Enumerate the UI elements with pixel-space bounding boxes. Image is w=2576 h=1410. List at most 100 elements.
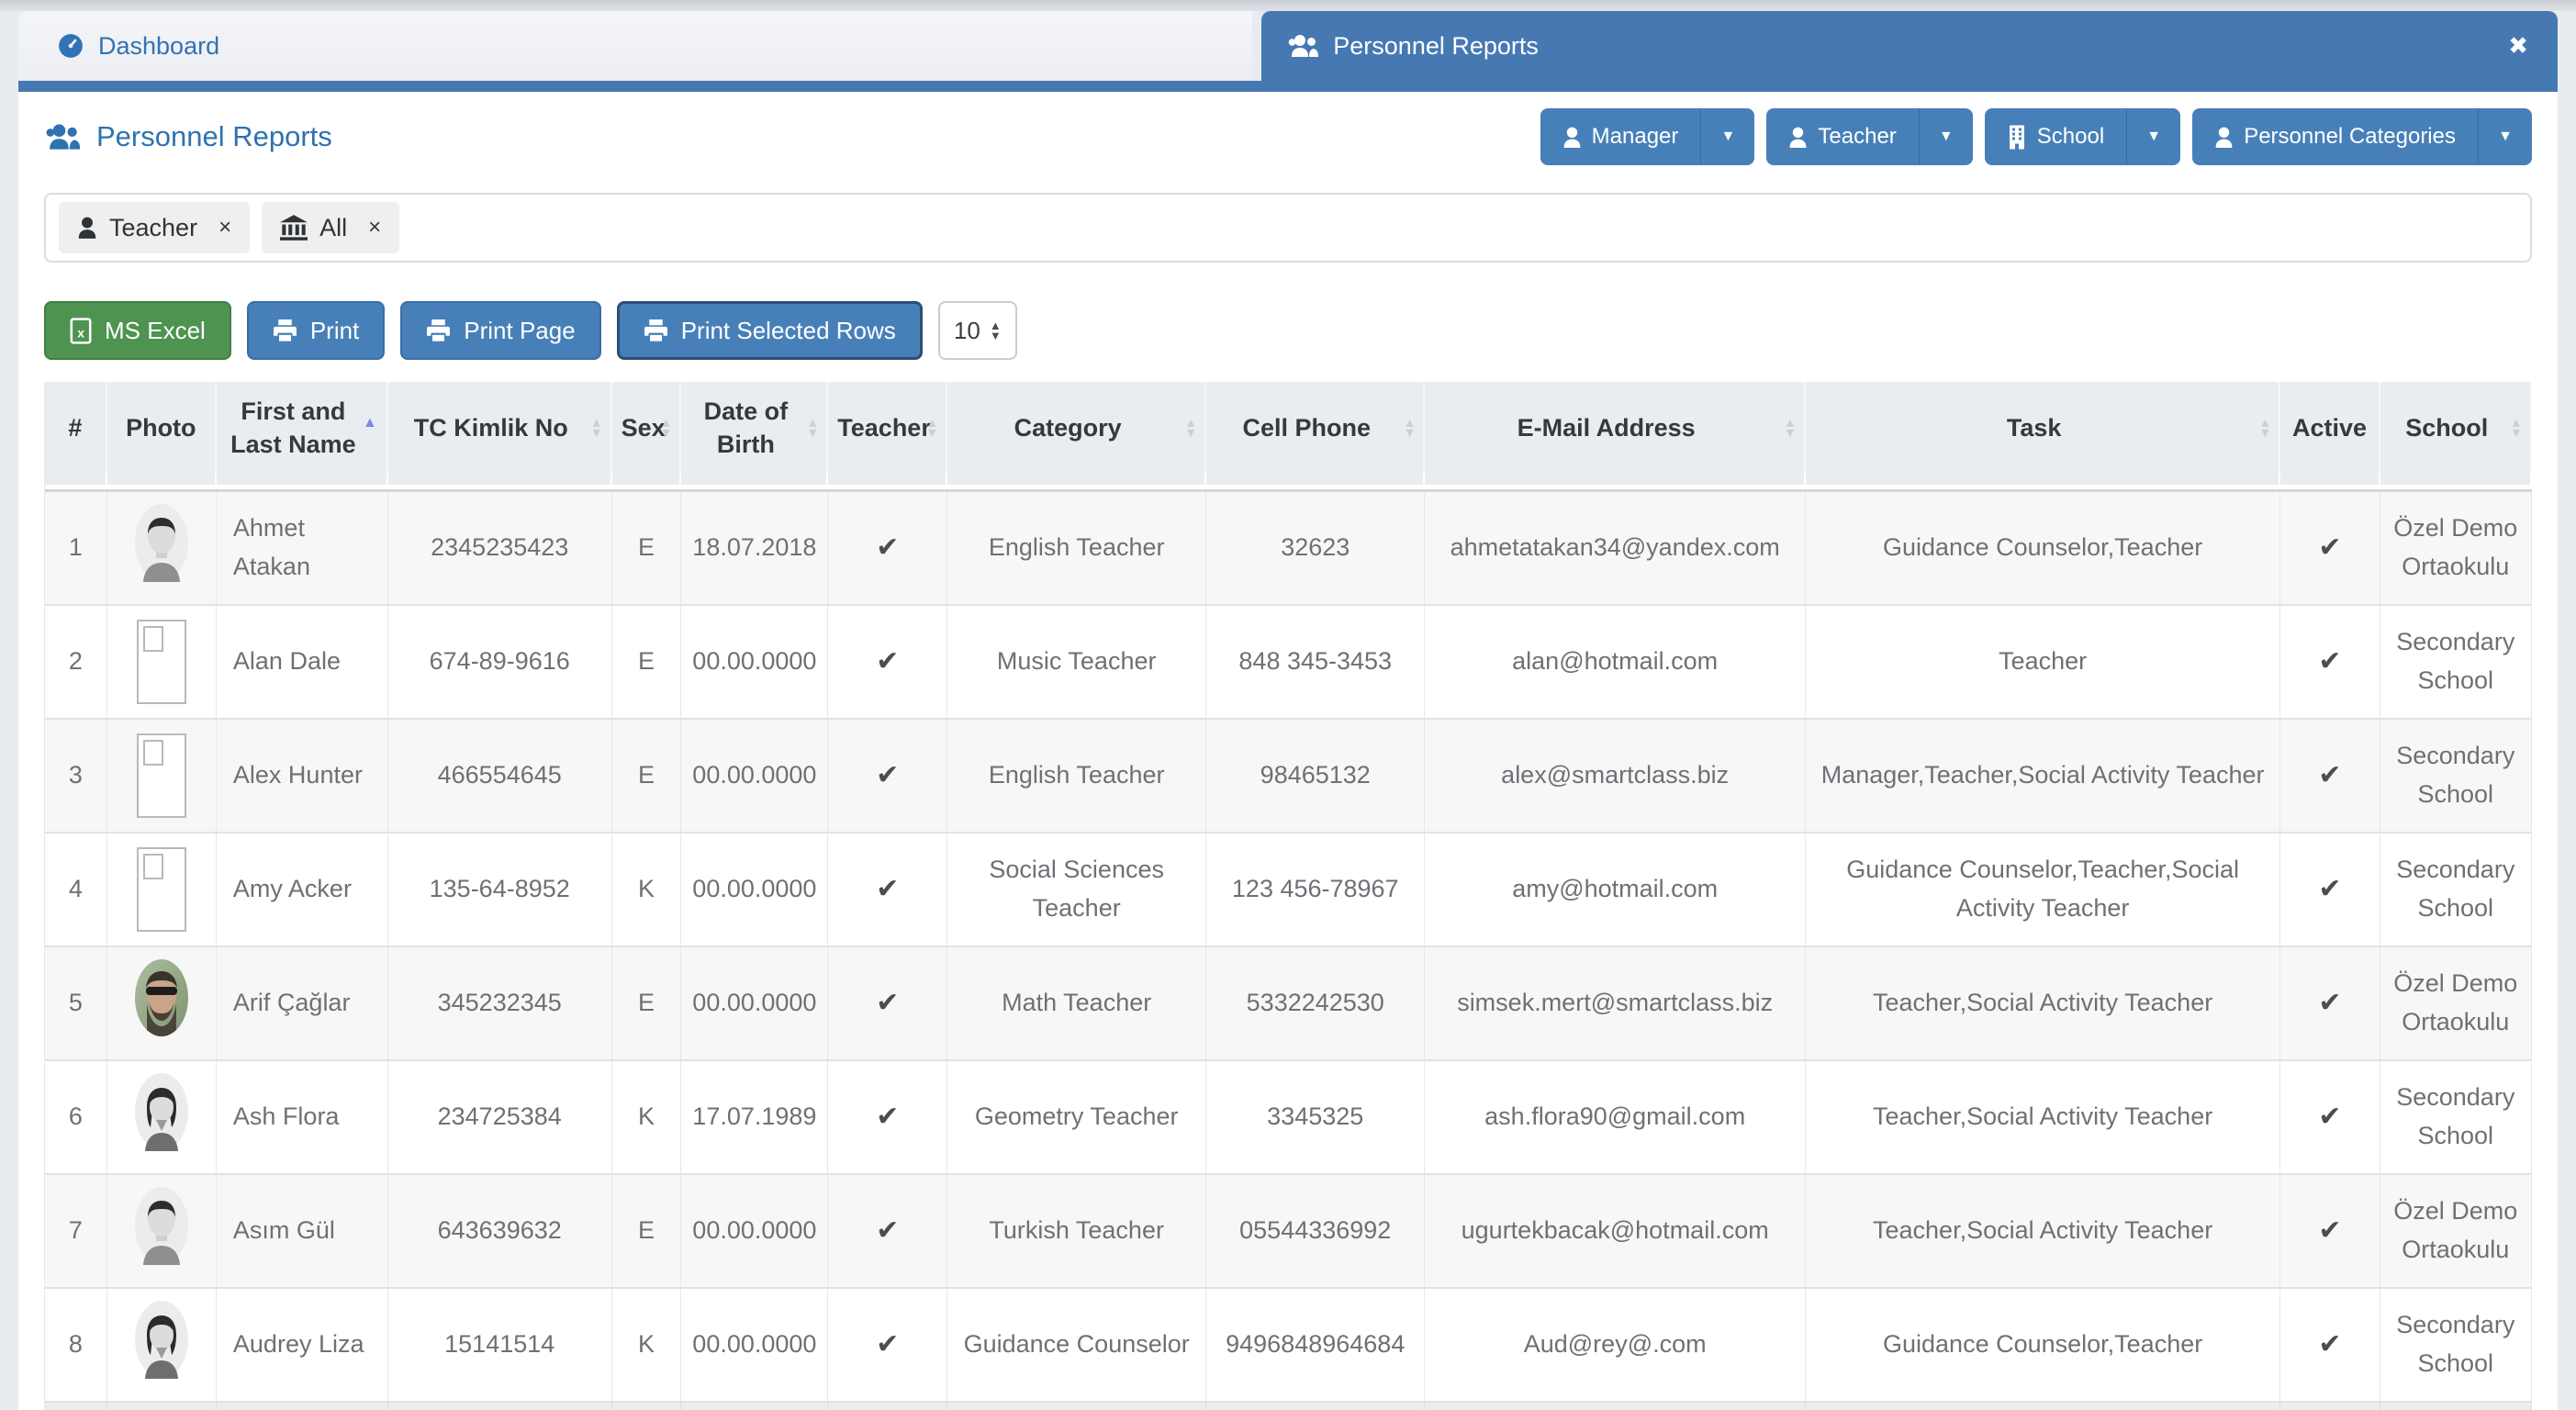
sort-ascending-icon: ▲ bbox=[363, 413, 377, 433]
page-title: Personnel Reports bbox=[44, 120, 332, 153]
school-cell: Secondary School bbox=[2380, 720, 2532, 832]
row-number: 8 bbox=[45, 1289, 107, 1401]
category-cell: English Teacher bbox=[947, 720, 1206, 832]
tc-cell: 345232345 bbox=[388, 947, 612, 1059]
teacher-dropdown-caret[interactable]: ▼ bbox=[1920, 108, 1973, 165]
teacher-check-icon: ✔ bbox=[828, 492, 947, 604]
teacher-button[interactable]: Teacher bbox=[1766, 108, 1919, 165]
task-cell: Teacher bbox=[1806, 606, 2280, 718]
teacher-check-icon: ✔ bbox=[828, 606, 947, 718]
table-row[interactable]: 6 Ash Flor bbox=[45, 1061, 2532, 1175]
sort-icon: ▲▼ bbox=[806, 418, 819, 438]
school-dropdown-caret[interactable]: ▼ bbox=[2127, 108, 2180, 165]
sex-cell: E bbox=[612, 492, 682, 604]
sex-cell: E bbox=[612, 606, 682, 718]
close-tab-icon[interactable]: ✖ bbox=[2508, 32, 2528, 61]
column-header-date-of-birth[interactable]: Date of Birth ▲▼ bbox=[681, 382, 828, 474]
profile-photo bbox=[134, 958, 189, 1049]
table-row[interactable]: 4 Amy Acker 135-64-8952 K 00.00.0000 ✔ S… bbox=[45, 834, 2532, 947]
window-top-strip bbox=[0, 0, 2576, 11]
column-header-cell-phone[interactable]: Cell Phone ▲▼ bbox=[1206, 382, 1425, 474]
table-row[interactable]: 2 Alan Dale 674-89-9616 E 00.00.0000 ✔ M… bbox=[45, 606, 2532, 720]
phone-cell: 3345325 bbox=[1206, 1061, 1425, 1173]
teacher-check-icon: ✔ bbox=[828, 720, 947, 832]
row-number: 7 bbox=[45, 1175, 107, 1287]
task-cell: Teacher,Social Activity Teacher bbox=[1806, 947, 2280, 1059]
active-check-icon: ✔ bbox=[2280, 947, 2380, 1059]
name-cell: Arif Çağlar bbox=[217, 947, 388, 1059]
remove-filter-icon[interactable]: × bbox=[218, 215, 231, 241]
dob-cell: 00.00.0000 bbox=[681, 606, 828, 718]
tc-cell: 643639632 bbox=[388, 1175, 612, 1287]
header-buttons: Manager ▼ Teacher ▼ bbox=[1540, 108, 2532, 165]
column-header-category[interactable]: Category ▲▼ bbox=[947, 382, 1206, 474]
column-header-name[interactable]: First and Last Name ▲ bbox=[217, 382, 388, 474]
active-check-icon: ✔ bbox=[2280, 492, 2380, 604]
table-row[interactable]: 5 bbox=[45, 947, 2532, 1061]
school-button[interactable]: School bbox=[1985, 108, 2127, 165]
page-size-value: 10 bbox=[954, 317, 980, 345]
school-cell: Özel Demo Ortaokulu bbox=[2380, 947, 2532, 1059]
photo-cell bbox=[107, 492, 217, 604]
print-selected-rows-button[interactable]: Print Selected Rows bbox=[617, 301, 923, 360]
active-check-icon: ✔ bbox=[2280, 1175, 2380, 1287]
tab-bar: Dashboard Personnel Reports ✖ bbox=[18, 11, 2558, 81]
manager-button[interactable]: Manager bbox=[1540, 108, 1702, 165]
manager-dropdown-caret[interactable]: ▼ bbox=[1701, 108, 1754, 165]
print-page-button[interactable]: Print Page bbox=[400, 301, 600, 360]
table-row[interactable]: 1 Ahmet Atakan 23 bbox=[45, 492, 2532, 606]
dob-cell: 17.07.1989 bbox=[681, 1061, 828, 1173]
ms-excel-button[interactable]: x MS Excel bbox=[44, 301, 231, 360]
column-header-sex[interactable]: Sex ▲▼ bbox=[612, 382, 682, 474]
name-cell: Alan Dale bbox=[217, 606, 388, 718]
dob-cell: 18.07.2018 bbox=[681, 492, 828, 604]
table-header-row: # Photo First and Last Name ▲ TC Kimlik … bbox=[45, 382, 2532, 474]
table-row[interactable]: 7 Asım Gül 643639 bbox=[45, 1175, 2532, 1289]
tab-personnel-reports[interactable]: Personnel Reports ✖ bbox=[1261, 11, 2558, 81]
column-header-tc-kimlik[interactable]: TC Kimlik No ▲▼ bbox=[388, 382, 612, 474]
filter-tag-teacher[interactable]: Teacher × bbox=[59, 202, 250, 253]
column-header-school[interactable]: School ▲▼ bbox=[2380, 382, 2532, 474]
dashboard-gauge-icon bbox=[57, 32, 84, 60]
column-header-task[interactable]: Task ▲▼ bbox=[1806, 382, 2280, 474]
tab-dashboard[interactable]: Dashboard bbox=[18, 11, 1252, 81]
broken-image-icon bbox=[137, 733, 186, 818]
name-cell: Ash Flora bbox=[217, 1061, 388, 1173]
user-icon bbox=[1562, 126, 1582, 149]
photo-cell bbox=[107, 947, 217, 1059]
table-row[interactable]: 3 Alex Hunter 466554645 E 00.00.0000 ✔ E… bbox=[45, 720, 2532, 834]
email-cell: ugurtekbacak@hotmail.com bbox=[1425, 1175, 1805, 1287]
phone-cell: 848 345-3453 bbox=[1206, 606, 1425, 718]
print-button[interactable]: Print bbox=[247, 301, 385, 360]
phone-cell: 9496848964684 bbox=[1206, 1289, 1425, 1401]
sort-icon: ▲▼ bbox=[2510, 418, 2523, 438]
content-card: Personnel Reports Manager ▼ bbox=[18, 92, 2558, 1410]
stepper-arrows-icon[interactable]: ▲▼ bbox=[990, 320, 1002, 341]
personnel-categories-dropdown-caret[interactable]: ▼ bbox=[2479, 108, 2532, 165]
page-size-stepper[interactable]: 10 ▲▼ bbox=[938, 301, 1017, 360]
sex-cell: E bbox=[612, 1175, 682, 1287]
column-header-email[interactable]: E-Mail Address ▲▼ bbox=[1425, 382, 1805, 474]
remove-filter-icon[interactable]: × bbox=[368, 215, 381, 241]
filter-bar: Teacher × All × bbox=[44, 193, 2532, 263]
active-check-icon: ✔ bbox=[2280, 1289, 2380, 1401]
school-cell: Secondary School bbox=[2380, 606, 2532, 718]
broken-image-icon bbox=[137, 620, 186, 704]
category-cell: Social Sciences Teacher bbox=[947, 834, 1206, 946]
sex-cell: E bbox=[612, 947, 682, 1059]
dob-cell: 00.00.0000 bbox=[681, 947, 828, 1059]
table-row[interactable]: 8 Audrey L bbox=[45, 1289, 2532, 1403]
filter-tag-all-schools[interactable]: All × bbox=[262, 202, 399, 253]
name-cell: Asım Gül bbox=[217, 1175, 388, 1287]
female-avatar bbox=[134, 1072, 189, 1163]
teacher-check-icon: ✔ bbox=[828, 947, 947, 1059]
partial-next-row bbox=[45, 1403, 2532, 1410]
school-cell: Secondary School bbox=[2380, 1061, 2532, 1173]
active-check-icon: ✔ bbox=[2280, 1061, 2380, 1173]
name-cell: Ahmet Atakan bbox=[217, 492, 388, 604]
name-cell: Amy Acker bbox=[217, 834, 388, 946]
personnel-categories-button[interactable]: Personnel Categories bbox=[2192, 108, 2479, 165]
printer-icon bbox=[273, 319, 297, 342]
column-header-teacher[interactable]: Teacher ▲▼ bbox=[828, 382, 947, 474]
email-cell: simsek.mert@smartclass.biz bbox=[1425, 947, 1805, 1059]
